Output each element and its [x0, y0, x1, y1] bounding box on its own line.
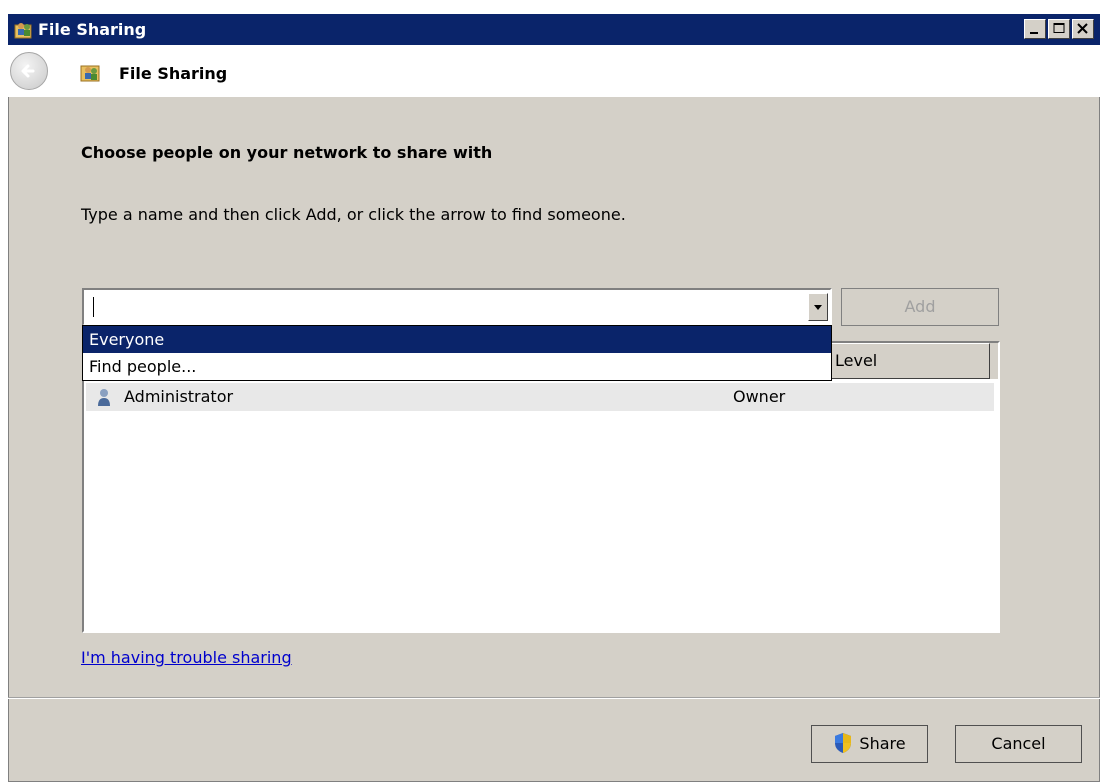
chevron-down-icon	[814, 305, 822, 310]
file-sharing-app-icon	[14, 23, 32, 39]
share-button-label: Share	[859, 734, 906, 753]
nav-title: File Sharing	[119, 64, 228, 83]
name-dropdown-list: Everyone Find people...	[82, 325, 832, 381]
row-user-name: Administrator	[124, 387, 234, 406]
title-bar: File Sharing	[8, 14, 1100, 45]
text-caret	[93, 297, 94, 317]
main-content: Choose people on your network to share w…	[8, 97, 1100, 697]
dropdown-arrow-button[interactable]	[808, 293, 828, 321]
maximize-button[interactable]	[1048, 19, 1070, 39]
permissions-list: Level Administrator Owner	[82, 341, 1000, 633]
navigation-bar: File Sharing	[8, 45, 1100, 97]
row-permission-level[interactable]: Owner	[733, 387, 785, 406]
back-button[interactable]	[10, 52, 48, 90]
minimize-button[interactable]	[1024, 19, 1046, 39]
list-row[interactable]: Administrator Owner	[86, 383, 994, 411]
window-controls	[1024, 19, 1094, 39]
add-button[interactable]: Add	[841, 288, 999, 326]
dropdown-option-everyone[interactable]: Everyone	[83, 326, 831, 353]
dropdown-option-find-people[interactable]: Find people...	[83, 353, 831, 380]
back-arrow-icon	[21, 64, 35, 78]
user-icon	[98, 389, 110, 406]
share-button[interactable]: Share	[811, 725, 928, 763]
page-heading: Choose people on your network to share w…	[81, 143, 493, 162]
dialog-footer: Share Cancel	[8, 697, 1100, 783]
file-sharing-window: File Sharing File Sharing Choose people …	[8, 14, 1100, 782]
column-header-level[interactable]: Level	[826, 343, 990, 379]
uac-shield-icon	[835, 732, 852, 753]
close-button[interactable]	[1072, 19, 1094, 39]
minimize-icon	[1030, 32, 1038, 34]
close-icon	[1077, 23, 1088, 34]
trouble-sharing-link[interactable]: I'm having trouble sharing	[81, 648, 292, 667]
instruction-text: Type a name and then click Add, or click…	[81, 205, 626, 224]
name-combobox[interactable]	[82, 288, 832, 326]
maximize-icon	[1053, 23, 1065, 33]
window-title: File Sharing	[38, 20, 147, 39]
users-icon	[80, 65, 100, 82]
cancel-button[interactable]: Cancel	[955, 725, 1082, 763]
